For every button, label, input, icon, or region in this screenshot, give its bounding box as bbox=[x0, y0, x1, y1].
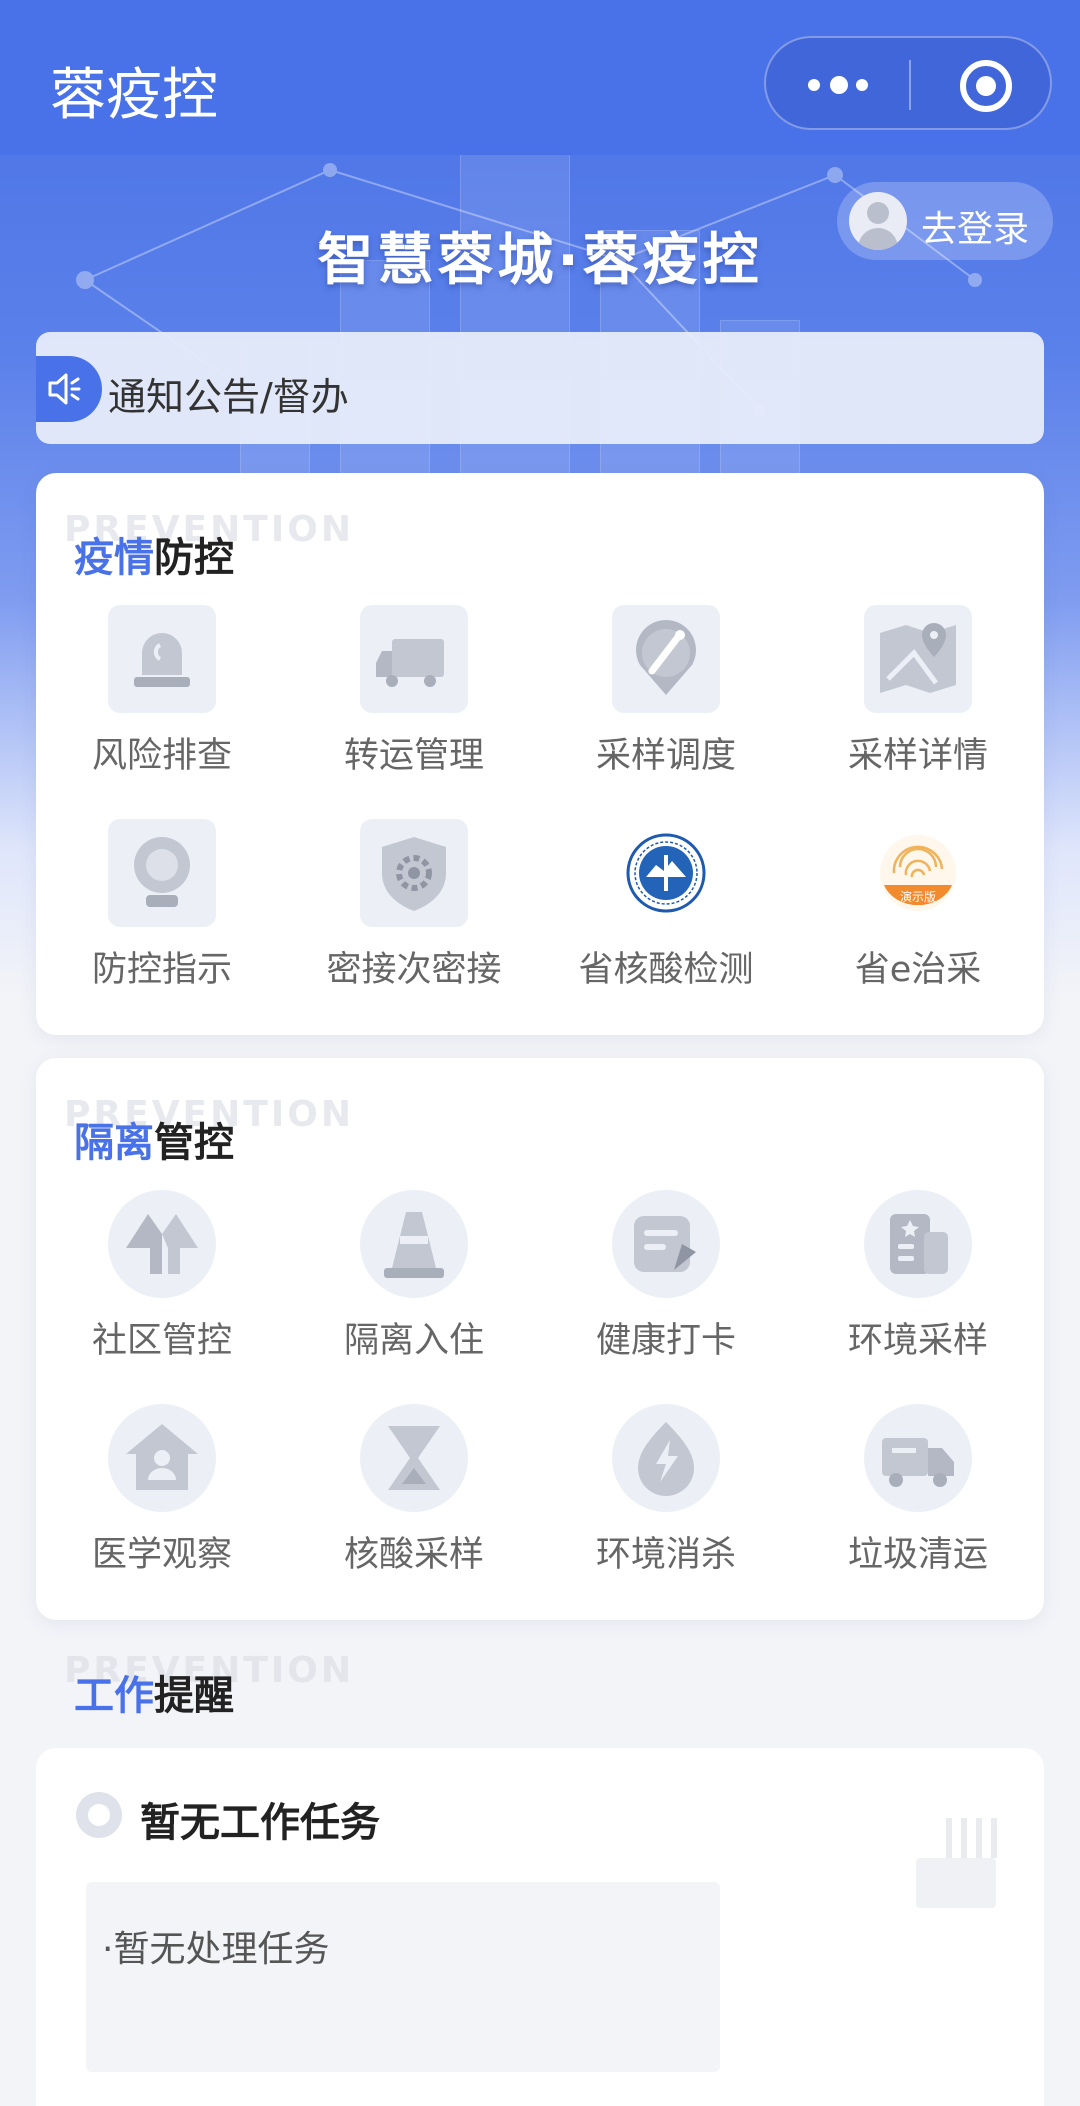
arrows-up-icon bbox=[108, 1190, 216, 1298]
card-title-rest: 管控 bbox=[154, 1120, 234, 1166]
grid-item-transfer[interactable]: 转运管理 bbox=[288, 605, 540, 805]
capsule-divider bbox=[909, 60, 911, 110]
grid-item-label: 采样详情 bbox=[847, 736, 988, 776]
epidemic-card: PREVENTION 疫情防控 风险排查 转运管理 采样调度 采样详情 防控指示… bbox=[36, 473, 1044, 1035]
grid-item-label: 密接次密接 bbox=[326, 950, 502, 990]
grid-item-e-governance[interactable]: 演示版 省e治采 bbox=[792, 819, 1044, 1019]
mini-program-capsule bbox=[764, 36, 1052, 130]
grid-item-label: 转运管理 bbox=[343, 736, 484, 776]
grid-item-label: 核酸采样 bbox=[343, 1535, 484, 1575]
truck-icon bbox=[360, 605, 468, 713]
grid-item-health-checkin[interactable]: 健康打卡 bbox=[540, 1190, 792, 1390]
grid-item-close-contacts[interactable]: 密接次密接 bbox=[288, 819, 540, 1019]
home-user-icon bbox=[108, 1404, 216, 1512]
map-pin-icon bbox=[864, 605, 972, 713]
nav-bar: 蓉疫控 bbox=[0, 0, 1080, 155]
grid-item-risk-check[interactable]: 风险排查 bbox=[36, 605, 288, 805]
alarm-light-icon bbox=[108, 605, 216, 713]
grid-item-label: 医学观察 bbox=[91, 1535, 232, 1575]
notice-bar[interactable]: 通知公告/督办 bbox=[36, 332, 1044, 444]
grid-item-label: 防控指示 bbox=[91, 950, 232, 990]
card-title-highlight: 疫情 bbox=[74, 535, 154, 581]
grid-item-label: 垃圾清运 bbox=[847, 1535, 988, 1575]
task-card[interactable]: 暂无工作任务 ·暂无处理任务 bbox=[36, 1748, 1044, 2106]
lightning-icon bbox=[612, 1404, 720, 1512]
grid-item-isolation-checkin[interactable]: 隔离入住 bbox=[288, 1190, 540, 1390]
section-title-rest: 提醒 bbox=[154, 1673, 234, 1719]
grid-item-prevention-instruction[interactable]: 防控指示 bbox=[36, 819, 288, 1019]
more-options-icon[interactable] bbox=[806, 74, 870, 96]
card-title-highlight: 隔离 bbox=[74, 1120, 154, 1166]
grid-item-provincial-test[interactable]: 省核酸检测 bbox=[540, 819, 792, 1019]
grid-item-label: 省e治采 bbox=[854, 950, 982, 990]
grid-item-garbage-clearance[interactable]: 垃圾清运 bbox=[792, 1404, 1044, 1604]
status-dot-icon bbox=[76, 1792, 122, 1838]
grid-item-sampling-dispatch[interactable]: 采样调度 bbox=[540, 605, 792, 805]
hourglass-icon bbox=[360, 1404, 468, 1512]
hero-title: 智慧蓉城·蓉疫控 bbox=[317, 228, 763, 293]
webcam-icon bbox=[108, 819, 216, 927]
garbage-truck-icon bbox=[864, 1404, 972, 1512]
traffic-cone-icon bbox=[360, 1190, 468, 1298]
isolation-card: PREVENTION 隔离管控 社区管控 隔离入住 健康打卡 环境采样 医学观察… bbox=[36, 1058, 1044, 1620]
grid-item-environment-disinfection[interactable]: 环境消杀 bbox=[540, 1404, 792, 1604]
grid-item-community-control[interactable]: 社区管控 bbox=[36, 1190, 288, 1390]
task-detail-box: ·暂无处理任务 bbox=[86, 1882, 720, 2072]
grid-item-label: 省核酸检测 bbox=[578, 950, 754, 990]
fingerprint-icon: 演示版 bbox=[864, 819, 972, 927]
grid-item-nucleic-sampling[interactable]: 核酸采样 bbox=[288, 1404, 540, 1604]
grid-item-label: 健康打卡 bbox=[595, 1321, 736, 1361]
card-title: 疫情防控 bbox=[74, 525, 234, 583]
nav-title: 蓉疫控 bbox=[50, 63, 218, 128]
card-title: 隔离管控 bbox=[74, 1110, 234, 1168]
pen-card-icon bbox=[612, 1190, 720, 1298]
grid-item-label: 隔离入住 bbox=[343, 1321, 484, 1361]
close-program-icon[interactable] bbox=[960, 60, 1012, 112]
section-title: 工作提醒 bbox=[74, 1663, 234, 1721]
grid-item-label: 风险排查 bbox=[91, 736, 232, 776]
speaker-icon bbox=[36, 356, 102, 422]
task-detail: ·暂无处理任务 bbox=[102, 1929, 330, 1970]
clipboard-decoration-icon bbox=[916, 1818, 997, 1908]
grid-item-label: 环境消杀 bbox=[595, 1535, 736, 1575]
grid-item-environment-sampling[interactable]: 环境采样 bbox=[792, 1190, 1044, 1390]
grid-item-label: 社区管控 bbox=[91, 1321, 232, 1361]
grid-item-medical-observation[interactable]: 医学观察 bbox=[36, 1404, 288, 1604]
grid-item-label: 环境采样 bbox=[847, 1321, 988, 1361]
building-star-icon bbox=[864, 1190, 972, 1298]
swab-pin-icon bbox=[612, 605, 720, 713]
task-title: 暂无工作任务 bbox=[140, 1800, 380, 1846]
card-title-rest: 防控 bbox=[154, 535, 234, 581]
notice-text: 通知公告/督办 bbox=[108, 375, 349, 419]
demo-badge: 演示版 bbox=[900, 889, 936, 904]
shield-gear-icon bbox=[360, 819, 468, 927]
section-title-highlight: 工作 bbox=[74, 1673, 154, 1719]
grid-item-sampling-detail[interactable]: 采样详情 bbox=[792, 605, 1044, 805]
health-commission-seal-icon bbox=[612, 819, 720, 927]
grid-item-label: 采样调度 bbox=[595, 736, 736, 776]
